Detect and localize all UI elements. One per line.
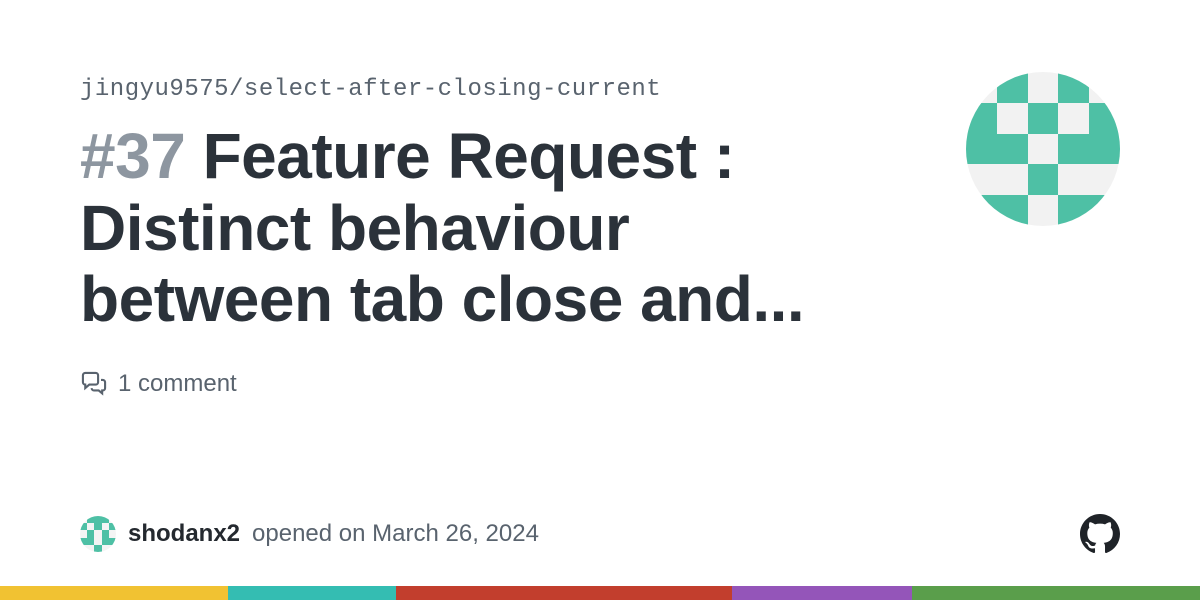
repo-owner-avatar — [966, 72, 1120, 226]
author-username: shodanx2 — [128, 520, 240, 548]
issue-number: #37 — [80, 120, 185, 192]
github-logo-icon — [1080, 514, 1120, 554]
issue-title-block: #37 Feature Request : Distinct behaviour… — [80, 121, 840, 336]
author-avatar — [80, 516, 116, 552]
comments-count: 1 comment — [80, 370, 1120, 398]
issue-title-text: Feature Request : Distinct behaviour bet… — [80, 120, 804, 335]
issue-social-card: jingyu9575/select-after-closing-current … — [0, 0, 1200, 600]
comment-discussion-icon — [80, 370, 108, 398]
language-color-stripe — [0, 586, 1200, 600]
issue-title: #37 Feature Request : Distinct behaviour… — [80, 121, 840, 336]
opened-on-text: opened on March 26, 2024 — [252, 520, 539, 548]
footer-row: shodanx2 opened on March 26, 2024 — [80, 514, 1120, 554]
comments-count-text: 1 comment — [118, 370, 237, 398]
repo-path: jingyu9575/select-after-closing-current — [80, 76, 1120, 103]
